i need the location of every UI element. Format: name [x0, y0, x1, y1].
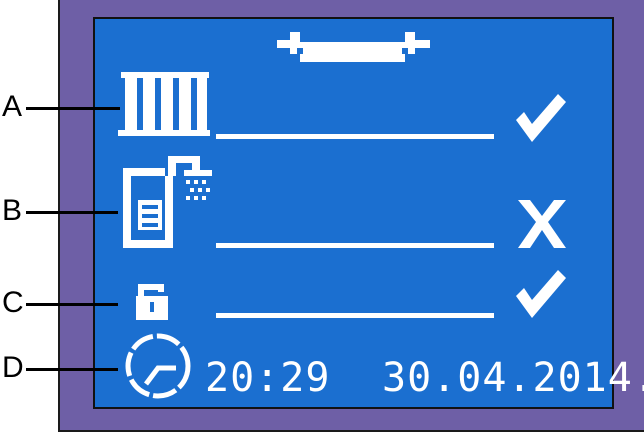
padlock-icon [136, 284, 168, 320]
underline-c [216, 313, 494, 318]
underline-b [216, 243, 494, 248]
check-mark-c [516, 270, 566, 318]
wrench-icon [277, 32, 430, 62]
underline-a [216, 134, 494, 139]
check-mark-a [516, 94, 566, 142]
boiler-shower-icon [123, 156, 212, 248]
cross-mark-b [518, 200, 566, 248]
clock-date: 30.04.2014. [382, 355, 644, 401]
radiator-icon [118, 72, 210, 136]
clock-icon [125, 333, 191, 399]
clock-time: 20:29 [205, 355, 331, 401]
